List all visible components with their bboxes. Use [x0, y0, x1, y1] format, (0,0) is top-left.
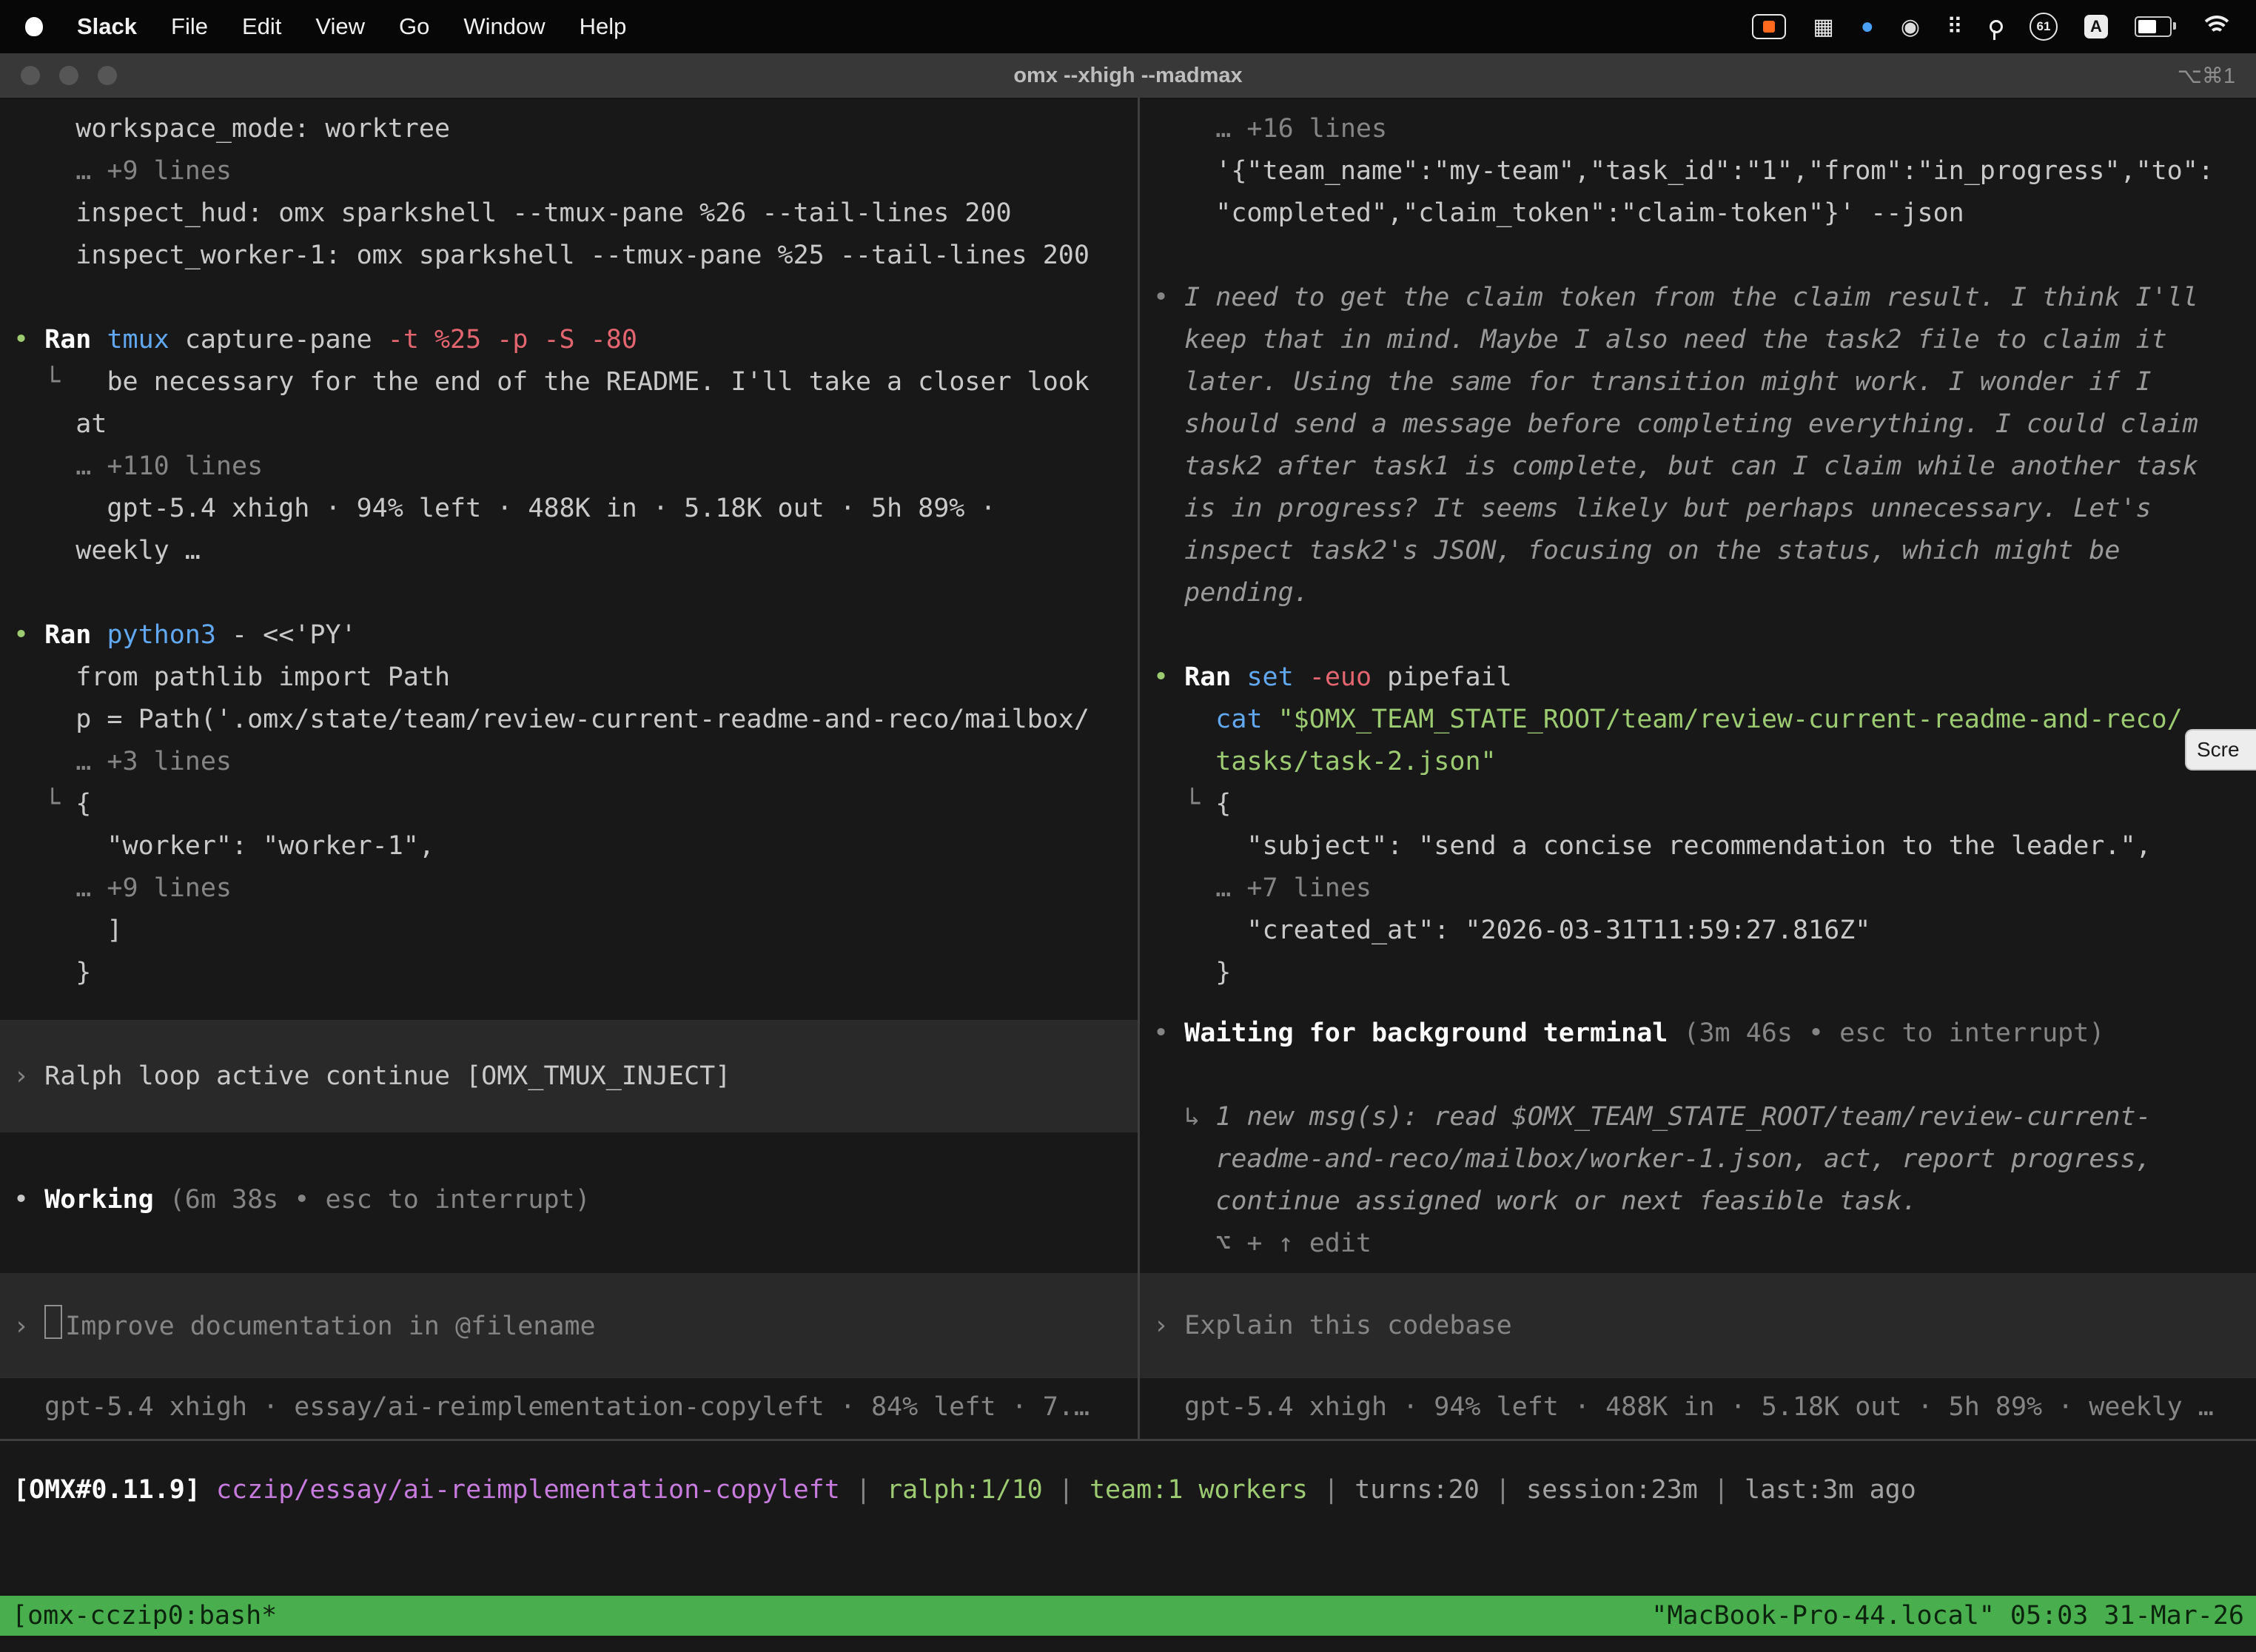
- terminal-output-left: workspace_mode: worktree … +9 lines insp…: [0, 98, 1138, 994]
- menu-item-view[interactable]: View: [315, 13, 365, 40]
- dots-grid-icon[interactable]: ⠿: [1947, 14, 1963, 40]
- desktop: Slack File Edit View Go Window Help ▦ ● ◉ ⠿ 6…: [0, 0, 2256, 1652]
- menu-items: File Edit View Go Window Help: [171, 13, 626, 40]
- terminal-line: [OMX#0.11.9] cczip/essay/ai-reimplementa…: [13, 1469, 2256, 1511]
- terminal-line: ⌥ + ↑ edit: [1153, 1223, 2256, 1265]
- battery-percent-badge[interactable]: 61: [2030, 13, 2058, 41]
- screen-recording-indicator-icon[interactable]: [1752, 14, 1786, 39]
- terminal-line: • I need to get the claim token from the…: [1153, 277, 2256, 319]
- terminal-line: continue assigned work or next feasible …: [1153, 1181, 2256, 1223]
- terminal-line: "created_at": "2026-03-31T11:59:27.816Z": [1153, 910, 2256, 952]
- terminal-line: weekly …: [13, 530, 1138, 572]
- terminal-line: ]: [13, 910, 1138, 952]
- terminal-line: gpt-5.4 xhigh · 94% left · 488K in · 5.1…: [13, 488, 1138, 530]
- menu-item-edit[interactable]: Edit: [242, 13, 281, 40]
- pane-footer-left: gpt-5.4 xhigh · essay/ai-reimplementatio…: [13, 1386, 1138, 1428]
- terminal-line: readme-and-reco/mailbox/worker-1.json, a…: [1153, 1138, 2256, 1181]
- window-shortcut-hint: ⌥⌘1: [2177, 63, 2235, 89]
- terminal-line: … +110 lines: [13, 446, 1138, 488]
- window-titlebar[interactable]: omx --xhigh --madmax ⌥⌘1: [0, 53, 2256, 99]
- circle-app-icon[interactable]: ◉: [1901, 14, 1920, 40]
- tmux-status-bar[interactable]: [omx-cczip0:bash* "MacBook-Pro-44.local"…: [0, 1596, 2256, 1636]
- battery-icon[interactable]: [2135, 16, 2172, 37]
- pane-footer-right: gpt-5.4 xhigh · 94% left · 488K in · 5.1…: [1153, 1386, 2256, 1428]
- terminal-line: "subject": "send a concise recommendatio…: [1153, 825, 2256, 867]
- terminal-output-right: … +16 lines '{"team_name":"my-team","tas…: [1140, 98, 2256, 994]
- menu-item-help[interactable]: Help: [580, 13, 627, 40]
- tmux-pane-left[interactable]: workspace_mode: worktree … +9 lines insp…: [0, 98, 1138, 1439]
- input-source-icon[interactable]: A: [2084, 15, 2108, 38]
- terminal-line: '{"team_name":"my-team","task_id":"1","f…: [1153, 150, 2256, 192]
- terminal-line: ↳ 1 new msg(s): read $OMX_TEAM_STATE_ROO…: [1153, 1096, 2256, 1138]
- terminal-line: └ {: [1153, 783, 2256, 825]
- terminal-line: is in progress? It seems likely but perh…: [1153, 488, 2256, 530]
- terminal-line: gpt-5.4 xhigh · essay/ai-reimplementatio…: [13, 1386, 1138, 1428]
- terminal-line: later. Using the same for transition mig…: [1153, 361, 2256, 403]
- tmux-session-label: [omx-cczip0:bash*: [12, 1601, 277, 1631]
- terminal-line: inspect task2's JSON, focusing on the st…: [1153, 530, 2256, 572]
- menu-bar-status-icons: ▦ ● ◉ ⠿ 61 A: [1752, 13, 2231, 41]
- apple-menu-icon[interactable]: [25, 17, 43, 36]
- terminal-line: … +3 lines: [13, 741, 1138, 783]
- terminal-line: "worker": "worker-1",: [13, 825, 1138, 867]
- tmux-pane-right[interactable]: … +16 lines '{"team_name":"my-team","tas…: [1140, 98, 2256, 1439]
- menu-item-file[interactable]: File: [171, 13, 208, 40]
- terminal-line: • Ran python3 - <<'PY': [13, 614, 1138, 657]
- terminal-line: › Explain this codebase: [1153, 1305, 1512, 1347]
- terminal-line: … +9 lines: [13, 150, 1138, 192]
- terminal-line: should send a message before completing …: [1153, 403, 2256, 446]
- menu-bar-left: Slack File Edit View Go Window Help: [25, 13, 626, 40]
- terminal-line: }: [13, 952, 1138, 994]
- terminal-line: [13, 277, 1138, 319]
- text-cursor: [44, 1305, 62, 1339]
- terminal-line: › Ralph loop active continue [OMX_TMUX_I…: [13, 1055, 731, 1098]
- prompt-input-right[interactable]: › Explain this codebase: [1140, 1273, 2256, 1378]
- window-title: omx --xhigh --madmax: [0, 64, 2256, 88]
- inject-banner: › Ralph loop active continue [OMX_TMUX_I…: [0, 1020, 1138, 1132]
- terminal-line: "completed","claim_token":"claim-token"}…: [1153, 192, 2256, 235]
- menu-bar: Slack File Edit View Go Window Help ▦ ● ◉ ⠿ 6…: [0, 0, 2256, 53]
- drop-icon[interactable]: ●: [1861, 14, 1874, 39]
- terminal-line: tasks/task-2.json": [1153, 741, 2256, 783]
- terminal-line: cat "$OMX_TEAM_STATE_ROOT/team/review-cu…: [1153, 699, 2256, 741]
- menu-app-name[interactable]: Slack: [77, 13, 137, 40]
- terminal-line: from pathlib import Path: [13, 657, 1138, 699]
- terminal-line: • Ran tmux capture-pane -t %25 -p -S -80: [13, 319, 1138, 361]
- terminal-line: • Waiting for background terminal (3m 46…: [1153, 1013, 2256, 1055]
- terminal-line: • Ran set -euo pipefail: [1153, 657, 2256, 699]
- terminal-line: inspect_hud: omx sparkshell --tmux-pane …: [13, 192, 1138, 235]
- terminal-line: [13, 572, 1138, 614]
- menu-item-go[interactable]: Go: [399, 13, 429, 40]
- terminal-line: }: [1153, 952, 2256, 994]
- terminal-line: workspace_mode: worktree: [13, 108, 1138, 150]
- terminal-line: └ {: [13, 783, 1138, 825]
- horizontal-pane-divider: [0, 1439, 2256, 1441]
- omx-status-line: [OMX#0.11.9] cczip/essay/ai-reimplementa…: [13, 1469, 2256, 1511]
- terminal-line: task2 after task1 is complete, but can I…: [1153, 446, 2256, 488]
- terminal-line: › Improve documentation in @filename: [13, 1305, 596, 1347]
- screen-share-overlay[interactable]: Scre: [2185, 729, 2256, 770]
- waiting-status-line: • Waiting for background terminal (3m 46…: [1153, 1013, 2256, 1055]
- tmux-host-datetime: "MacBook-Pro-44.local" 05:03 31-Mar-26: [1651, 1601, 2244, 1631]
- terminal-line: [1153, 614, 2256, 657]
- terminal-line: • Working (6m 38s • esc to interrupt): [13, 1179, 1138, 1221]
- wifi-icon[interactable]: [2203, 16, 2231, 38]
- terminal-line: … +16 lines: [1153, 108, 2256, 150]
- working-status-line: • Working (6m 38s • esc to interrupt): [13, 1179, 1138, 1221]
- terminal-line: p = Path('.omx/state/team/review-current…: [13, 699, 1138, 741]
- terminal-line: … +9 lines: [13, 867, 1138, 910]
- terminal-line: pending.: [1153, 572, 2256, 614]
- terminal-line: gpt-5.4 xhigh · 94% left · 488K in · 5.1…: [1153, 1386, 2256, 1428]
- terminal-line: keep that in mind. Maybe I also need the…: [1153, 319, 2256, 361]
- terminal-line: inspect_worker-1: omx sparkshell --tmux-…: [13, 235, 1138, 277]
- key-icon[interactable]: [1990, 20, 2003, 33]
- menu-item-window[interactable]: Window: [463, 13, 545, 40]
- terminal-line: … +7 lines: [1153, 867, 2256, 910]
- new-message-notice: ↳ 1 new msg(s): read $OMX_TEAM_STATE_ROO…: [1140, 1096, 2256, 1265]
- grid-icon[interactable]: ▦: [1813, 14, 1833, 40]
- prompt-input-left[interactable]: › Improve documentation in @filename: [0, 1273, 1138, 1378]
- terminal-line: [1153, 235, 2256, 277]
- terminal-line: └ be necessary for the end of the README…: [13, 361, 1138, 403]
- terminal-line: at: [13, 403, 1138, 446]
